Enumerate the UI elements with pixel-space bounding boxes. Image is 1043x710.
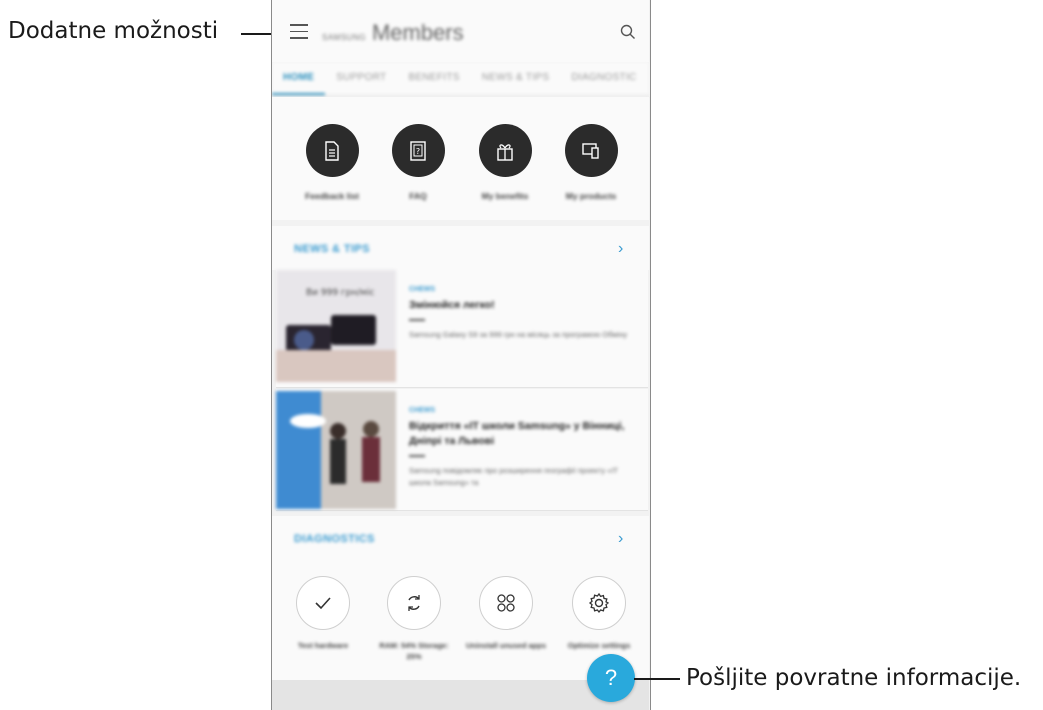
- quick-action-feedback-list[interactable]: Feedback list: [294, 124, 370, 201]
- check-icon: [296, 576, 350, 630]
- diagnostic-label: Test hardware: [297, 641, 349, 650]
- svg-text:?: ?: [416, 147, 420, 156]
- tab-support[interactable]: SUPPORT: [325, 62, 397, 95]
- news-text: СНЕWS Відкриття «IT школи Samsung» у Він…: [409, 407, 639, 489]
- brand-name: Members: [371, 20, 464, 45]
- quick-action-my-products[interactable]: My products: [553, 124, 629, 201]
- diagnostic-uninstall-apps[interactable]: Uninstall unused apps: [463, 576, 549, 651]
- news-section-title: NEWS & TIPS: [294, 243, 370, 255]
- diagnostics-section-header[interactable]: DIAGNOSTICS ›: [272, 516, 649, 560]
- news-item[interactable]: СНЕWS Відкриття «IT школи Samsung» у Він…: [276, 389, 648, 511]
- brand-small-text: SAMSUNG: [322, 33, 366, 42]
- callout-line-right: [634, 678, 680, 680]
- news-divider: [409, 455, 425, 457]
- tab-bar: HOME SUPPORT BENEFITS NEWS & TIPS DIAGNO…: [272, 62, 649, 96]
- devices-icon: [564, 124, 618, 177]
- hamburger-menu-icon[interactable]: [290, 24, 308, 40]
- news-thumbnail: [276, 391, 396, 509]
- diagnostic-label: Uninstall unused apps: [465, 641, 546, 650]
- search-icon[interactable]: [620, 24, 636, 40]
- news-divider: [409, 319, 425, 321]
- chevron-right-icon: ›: [618, 530, 624, 547]
- news-title: Змінюйся легко!: [409, 299, 495, 311]
- help-fab-button[interactable]: ?: [587, 654, 635, 702]
- callout-more-options: Dodatne možnosti: [8, 18, 219, 44]
- news-text: СНЕWS Змінюйся легко! Samsung Galaxy S9 …: [409, 286, 639, 341]
- quick-action-label: My benefits: [481, 191, 529, 201]
- diagnostics-section-title: DIAGNOSTICS: [294, 533, 375, 545]
- diagnostic-memory-storage[interactable]: RAM: 54% Storage: 25%: [371, 576, 457, 662]
- news-section-header[interactable]: NEWS & TIPS ›: [272, 226, 649, 270]
- news-description: Samsung повідомляє про розширення геогра…: [409, 466, 618, 487]
- news-title: Відкриття «IT школи Samsung» у Вінниці, …: [409, 420, 625, 447]
- quick-action-faq[interactable]: ? FAQ: [380, 124, 456, 201]
- diagnostic-label: Optimize settings: [567, 641, 631, 650]
- quick-action-my-benefits[interactable]: My benefits: [467, 124, 543, 201]
- quick-action-label: FAQ: [409, 191, 427, 201]
- news-thumbnail: Ви 999 грн/міс: [276, 270, 396, 382]
- quick-action-label: Feedback list: [305, 191, 359, 201]
- quick-actions: Feedback list ? FAQ My benefits My produ…: [272, 97, 649, 220]
- tab-benefits[interactable]: BENEFITS: [397, 62, 470, 95]
- thumb-overlay-text: Ви 999 грн/міс: [306, 288, 375, 298]
- phone-screen: SAMSUNG Members HOME SUPPORT BENEFITS NE…: [271, 0, 651, 710]
- tab-news-tips[interactable]: NEWS & TIPS: [471, 62, 561, 95]
- news-tag: СНЕWS: [409, 286, 436, 293]
- callout-send-feedback: Pošljite povratne informacije.: [686, 665, 1022, 691]
- refresh-icon: [387, 576, 441, 630]
- app-title: SAMSUNG Members: [322, 20, 464, 46]
- news-item[interactable]: Ви 999 грн/міс СНЕWS Змінюйся легко! Sam…: [276, 268, 648, 388]
- gift-icon: [478, 124, 532, 177]
- diagnostic-test-hardware[interactable]: Test hardware: [280, 576, 366, 651]
- quick-action-label: My products: [565, 191, 617, 201]
- screenshot-canvas: Dodatne možnosti SAMSUNG Members HOME SU…: [0, 0, 1043, 710]
- chevron-right-icon: ›: [618, 240, 624, 257]
- faq-icon: ?: [391, 124, 445, 177]
- document-icon: [305, 124, 359, 177]
- tab-diagnostic[interactable]: DIAGNOSTIC: [560, 62, 647, 95]
- diagnostic-label: RAM: 54% Storage: 25%: [379, 641, 449, 661]
- tab-home[interactable]: HOME: [272, 62, 326, 95]
- apps-grid-icon: [479, 576, 533, 630]
- news-description: Samsung Galaxy S9 за 999 грн на місяць з…: [409, 330, 628, 339]
- diagnostic-optimize-settings[interactable]: Optimize settings: [556, 576, 642, 651]
- news-tag: СНЕWS: [409, 407, 436, 414]
- app-bar: SAMSUNG Members: [272, 0, 649, 62]
- gear-icon: [572, 576, 626, 630]
